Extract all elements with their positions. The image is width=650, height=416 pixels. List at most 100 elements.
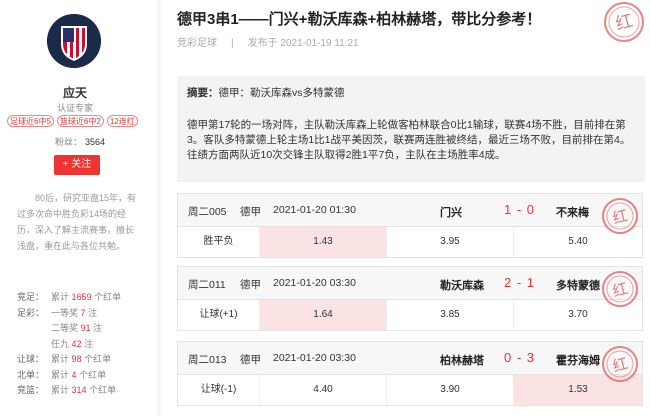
league: 德甲 <box>240 354 261 366</box>
summary-box: 摘要：德甲：勒沃库森vs多特蒙德 德甲第17轮的一场对阵，主队勒沃库森上轮做客柏… <box>177 76 645 182</box>
odds-home: 1.43 <box>260 227 387 257</box>
match-time: 2021-01-20 03:30 <box>273 277 356 289</box>
odds-row: 胜平负 1.43 3.95 5.40 <box>178 227 642 257</box>
stat-num: 98 <box>71 354 82 364</box>
stat-key: 北单： <box>17 369 45 380</box>
badge-list: 足球近6中5 篮球近6中2 12连红 <box>7 115 138 127</box>
stat-row: 足彩： 一等奖 7 注 <box>17 306 121 322</box>
stat-suffix: 注 <box>93 323 103 333</box>
home-team: 柏林赫塔 <box>440 355 484 367</box>
stat-num: 4 <box>71 369 77 380</box>
match-score: 1 - 0 <box>504 202 536 217</box>
user-role: 认证专家 <box>56 103 93 113</box>
article-title: 德甲3串1——门兴+勒沃库森+柏林赫塔，带比分参考！ <box>177 11 542 28</box>
stat-prefix: 累计 <box>51 369 70 380</box>
match-header: 周二013 德甲 2021-01-20 03:30 柏林赫塔 0 - 3 霍芬海… <box>178 342 642 375</box>
publish-time: 发布于 2021-01-19 11:21 <box>247 38 359 49</box>
article-category[interactable]: 竞彩足球 <box>177 38 217 49</box>
stat-num: 314 <box>71 385 87 395</box>
article-panel: 德甲3串1——门兴+勒沃库森+柏林赫塔，带比分参考！ 竞彩足球 | 发布于 2021… <box>161 0 650 416</box>
stat-suffix: 个红单 <box>94 292 122 302</box>
fans-label: 粉丝： <box>55 137 83 147</box>
match-score: 0 - 3 <box>504 350 536 365</box>
stat-prefix: 二等奖 <box>51 323 79 333</box>
stats-list: 竞足： 累计 1659 个红单 足彩： 一等奖 7 注 二等奖 91 注 任九 42… <box>17 290 121 399</box>
red-stamp-icon: 红 <box>604 2 644 42</box>
summary-text: 德甲：勒沃库森vs多特蒙德 <box>218 87 345 99</box>
stat-row: 任九 42 注 <box>17 337 121 353</box>
odds-home: 4.40 <box>260 375 387 405</box>
stat-prefix: 任九 <box>51 338 70 349</box>
stat-key: 足彩： <box>17 307 45 318</box>
stat-suffix: 注 <box>88 307 98 318</box>
profile-sidebar: 应天 认证专家 足球近6中5 篮球近6中2 12连红 粉丝： 3564 + 关注 … <box>0 0 157 416</box>
stat-prefix: 累计 <box>51 385 70 395</box>
article-meta: 竞彩足球 | 发布于 2021-01-19 11:21 <box>177 34 359 49</box>
odds-draw: 3.90 <box>387 375 514 405</box>
stat-suffix: 个红单 <box>84 354 112 364</box>
red-stamp-icon: 红 <box>602 271 638 307</box>
summary-body: 德甲第17轮的一场对阵，主队勒沃库森上轮做客柏林联合0比1输球，联赛4场不胜，目… <box>187 119 631 161</box>
stat-suffix: 注 <box>84 338 94 349</box>
stat-key: 竞篮： <box>17 385 45 395</box>
summary-label: 摘要： <box>187 87 219 99</box>
odds-home: 1.64 <box>260 300 387 330</box>
odds-draw: 3.85 <box>387 300 514 330</box>
stamp-text: 红 <box>611 206 630 227</box>
match-time: 2021-01-20 01:30 <box>273 204 356 216</box>
username: 应天 <box>62 86 87 100</box>
away-team: 霍芬海姆 <box>556 355 600 367</box>
stat-key: 让球： <box>17 354 45 364</box>
fans-count: 粉丝： 3564 <box>55 135 105 148</box>
stamp-text: 红 <box>611 279 630 300</box>
bet-type: 让球(-1) <box>178 375 260 405</box>
match-score: 2 - 1 <box>504 275 536 290</box>
record-badge[interactable]: 足球近6中5 <box>7 115 54 127</box>
away-team: 不来梅 <box>556 207 589 219</box>
summary-lead: 摘要：德甲：勒沃库森vs多特蒙德 <box>187 86 635 101</box>
follow-button[interactable]: + 关注 <box>54 155 100 175</box>
bet-type: 让球(+1) <box>178 300 260 330</box>
home-team: 勒沃库森 <box>440 280 484 292</box>
stamp-text: 红 <box>611 354 630 375</box>
match-header: 周二005 德甲 2021-01-20 01:30 门兴 1 - 0 不来梅 <box>178 194 642 227</box>
stat-num: 1659 <box>71 292 92 302</box>
odds-row: 让球(+1) 1.64 3.85 3.70 <box>178 300 642 330</box>
league: 德甲 <box>240 206 261 218</box>
page: 应天 认证专家 足球近6中5 篮球近6中2 12连红 粉丝： 3564 + 关注 … <box>0 0 650 416</box>
match-card: 周二011 德甲 2021-01-20 03:30 勒沃库森 2 - 1 多特蒙… <box>177 266 643 331</box>
stat-num: 7 <box>80 307 86 318</box>
stat-row: 北单： 累计 4 个红单 <box>17 368 121 384</box>
match-card: 周二005 德甲 2021-01-20 01:30 门兴 1 - 0 不来梅 胜… <box>177 193 643 258</box>
stat-key: 竞足： <box>17 292 45 302</box>
home-team: 门兴 <box>440 207 462 219</box>
bio-text: 80后，研究亚盘15年，有过多次命中胜负彩14场的经历，深入了解主流赛事，擅长浅… <box>17 193 137 251</box>
stat-row: 竞篮： 累计 314 个红单 <box>17 383 121 399</box>
red-stamp-icon: 红 <box>602 346 638 382</box>
avatar[interactable] <box>47 14 101 68</box>
stat-row: 让球： 累计 98 个红单 <box>17 352 121 368</box>
red-stamp-icon: 红 <box>602 198 638 234</box>
match-time: 2021-01-20 03:30 <box>273 352 356 364</box>
away-team: 多特蒙德 <box>556 280 600 292</box>
odds-row: 让球(-1) 4.40 3.90 1.53 <box>178 375 642 405</box>
match-number: 周二013 <box>188 354 227 366</box>
league: 德甲 <box>240 279 261 291</box>
stat-num: 42 <box>71 338 82 349</box>
stat-suffix: 个红单 <box>89 385 117 395</box>
record-badge[interactable]: 12连红 <box>106 115 138 127</box>
match-number: 周二005 <box>188 206 227 218</box>
fans-value: 3564 <box>85 137 106 147</box>
record-badge[interactable]: 篮球近6中2 <box>56 115 104 127</box>
match-header: 周二011 德甲 2021-01-20 03:30 勒沃库森 2 - 1 多特蒙… <box>178 267 642 300</box>
match-number: 周二011 <box>188 279 226 291</box>
stat-num: 91 <box>80 323 91 333</box>
meta-separator: | <box>231 38 234 49</box>
stat-row: 二等奖 91 注 <box>17 321 121 337</box>
stat-prefix: 累计 <box>51 354 70 364</box>
stat-suffix: 个红单 <box>79 369 107 380</box>
stat-prefix: 累计 <box>51 292 70 302</box>
odds-draw: 3.95 <box>387 227 514 257</box>
bet-type: 胜平负 <box>178 227 260 257</box>
club-logo-icon <box>47 14 101 68</box>
